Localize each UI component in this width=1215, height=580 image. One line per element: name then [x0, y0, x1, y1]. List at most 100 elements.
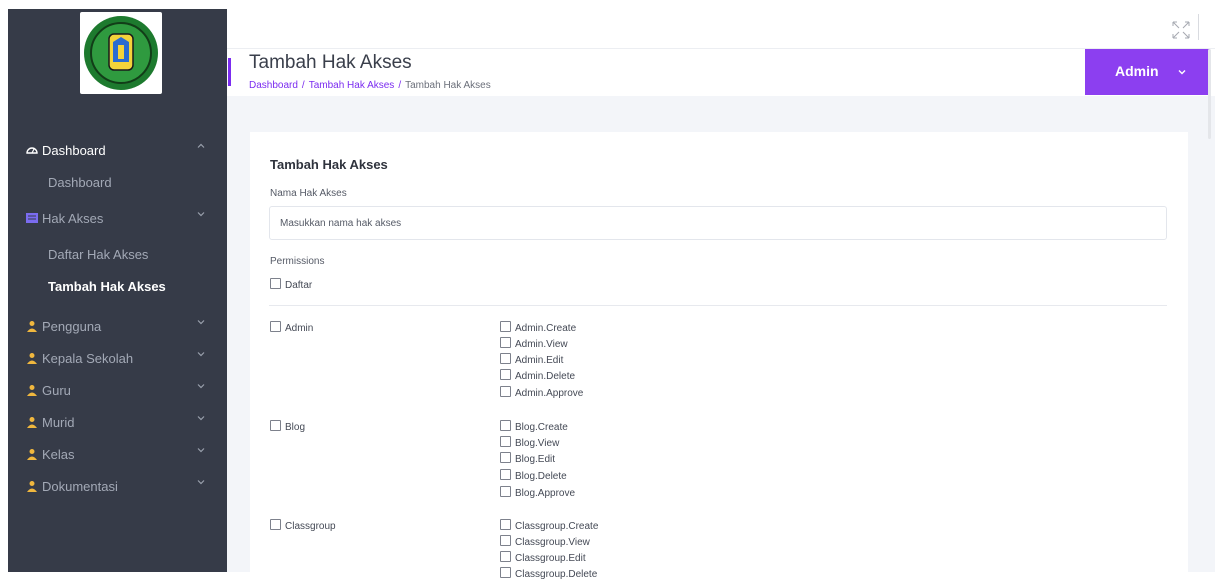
checkbox-box[interactable] — [500, 551, 511, 562]
perm-checkbox[interactable]: Blog.Edit — [500, 452, 555, 465]
checkbox-label: Admin.View — [515, 339, 568, 350]
sidebar-item-label: Hak Akses — [42, 211, 104, 226]
perm-checkbox[interactable]: Blog.Approve — [500, 486, 575, 499]
perm-checkbox[interactable]: Admin.Edit — [500, 353, 563, 366]
active-indicator — [228, 58, 231, 86]
checkbox-box[interactable] — [500, 353, 511, 364]
sidebar-subitem-label: Daftar Hak Akses — [48, 247, 149, 262]
checkbox-box[interactable] — [500, 337, 511, 348]
chevron-down-icon — [197, 320, 205, 325]
user-icon — [27, 449, 37, 460]
checkbox-box[interactable] — [500, 321, 511, 332]
perm-checkbox[interactable]: Classgroup.Create — [500, 519, 598, 532]
role-name-input[interactable] — [269, 206, 1167, 240]
checkbox-label: Classgroup.Edit — [515, 553, 586, 564]
sidebar-item-dashboard[interactable]: Dashboard — [8, 135, 227, 167]
perm-checkbox[interactable]: Admin.Approve — [500, 386, 583, 399]
breadcrumb-link-tambah-hak-akses[interactable]: Tambah Hak Akses — [309, 80, 395, 91]
form-title: Tambah Hak Akses — [270, 157, 388, 172]
perm-checkbox[interactable]: Admin.Delete — [500, 369, 575, 382]
user-icon — [27, 481, 37, 492]
checkbox-box[interactable] — [500, 567, 511, 578]
perm-checkbox[interactable]: Admin.View — [500, 337, 568, 350]
checkbox-box[interactable] — [270, 321, 281, 332]
sidebar-item-label: Kelas — [42, 447, 75, 462]
chevron-up-icon — [197, 143, 205, 148]
breadcrumb-link-dashboard[interactable]: Dashboard — [249, 80, 298, 91]
checkbox-box[interactable] — [500, 420, 511, 431]
sidebar-item-label: Guru — [42, 383, 71, 398]
checkbox-label: Classgroup.View — [515, 537, 590, 548]
sidebar-item-label: Dashboard — [42, 143, 106, 158]
sidebar-item-kelas[interactable]: Kelas — [8, 439, 227, 471]
user-menu-button[interactable]: Admin — [1085, 49, 1210, 95]
chevron-down-icon — [197, 416, 205, 421]
checkbox-label: Admin.Create — [515, 323, 577, 334]
school-logo — [80, 12, 162, 94]
checkbox-label: Admin.Delete — [515, 371, 576, 382]
permissions-divider — [269, 305, 1167, 306]
chevron-down-icon — [1178, 70, 1186, 75]
checkbox-box[interactable] — [500, 369, 511, 380]
checkbox-label: Classgroup.Delete — [515, 569, 598, 580]
perm-checkbox[interactable]: Blog.Create — [500, 420, 568, 433]
sidebar-subitem-dashboard[interactable]: Dashboard — [8, 169, 227, 197]
checkbox-label: Admin.Approve — [515, 388, 584, 399]
dashboard-icon — [26, 147, 38, 154]
checkbox-box[interactable] — [500, 436, 511, 447]
sidebar-item-guru[interactable]: Guru — [8, 375, 227, 407]
fullscreen-icon[interactable] — [1172, 21, 1190, 39]
perm-checkbox[interactable]: Admin.Create — [500, 321, 576, 334]
perm-checkbox[interactable]: Classgroup.Edit — [500, 551, 586, 564]
user-icon — [27, 321, 37, 332]
checkbox-box[interactable] — [500, 486, 511, 497]
perm-checkbox[interactable]: Classgroup.Delete — [500, 567, 597, 580]
sidebar-item-label: Kepala Sekolah — [42, 351, 134, 366]
sidebar-item-murid[interactable]: Murid — [8, 407, 227, 439]
sidebar-subitem-label: Dashboard — [48, 175, 112, 190]
sidebar-item-kepala-sekolah[interactable]: Kepala Sekolah — [8, 343, 227, 375]
sidebar-subitem-daftar-hak-akses[interactable]: Daftar Hak Akses — [8, 241, 227, 269]
checkbox-label: Blog.Delete — [515, 471, 567, 482]
perm-checkbox[interactable]: Classgroup.View — [500, 535, 590, 548]
checkbox-label: Blog.Create — [515, 422, 568, 433]
sidebar-subitem-label: Tambah Hak Akses — [48, 279, 166, 294]
chevron-down-icon — [197, 448, 205, 453]
checkbox-box[interactable] — [500, 469, 511, 480]
group-checkbox-classgroup[interactable]: Classgroup — [270, 519, 336, 532]
chevron-down-icon — [197, 384, 205, 389]
top-bar — [227, 0, 1215, 48]
perm-checkbox[interactable]: Blog.Delete — [500, 469, 567, 482]
topbar-divider — [1198, 14, 1199, 40]
form-card — [250, 132, 1188, 572]
checkbox-label: Daftar — [285, 280, 313, 291]
header-divider — [227, 48, 1215, 49]
sidebar-item-hak-akses[interactable]: Hak Akses — [8, 203, 227, 235]
checkbox-box[interactable] — [270, 278, 281, 289]
sidebar-item-label: Pengguna — [42, 319, 102, 334]
sidebar-item-pengguna[interactable]: Pengguna — [8, 311, 227, 343]
sidebar-item-dokumentasi[interactable]: Dokumentasi — [8, 471, 227, 503]
user-menu-label: Admin — [1115, 63, 1159, 79]
sidebar: Dashboard Dashboard Hak Akses Daftar Hak… — [8, 9, 227, 572]
checkbox-label: Classgroup — [285, 521, 336, 532]
checkbox-label: Classgroup.Create — [515, 521, 599, 532]
sidebar-item-label: Dokumentasi — [42, 479, 118, 494]
checkbox-label: Blog.Approve — [515, 488, 576, 499]
select-all-checkbox[interactable]: Daftar — [270, 278, 312, 291]
scrollbar[interactable] — [1208, 49, 1211, 139]
group-checkbox-admin[interactable]: Admin — [270, 321, 313, 334]
checkbox-box[interactable] — [500, 535, 511, 546]
checkbox-box[interactable] — [500, 519, 511, 530]
checkbox-box[interactable] — [270, 420, 281, 431]
checkbox-box[interactable] — [500, 452, 511, 463]
chevron-down-icon — [197, 480, 205, 485]
perm-checkbox[interactable]: Blog.View — [500, 436, 559, 449]
sidebar-subitem-tambah-hak-akses[interactable]: Tambah Hak Akses — [8, 273, 227, 301]
checkbox-box[interactable] — [500, 386, 511, 397]
sidebar-item-label: Murid — [42, 415, 75, 430]
user-icon — [27, 353, 37, 364]
group-checkbox-blog[interactable]: Blog — [270, 420, 305, 433]
permissions-label: Permissions — [270, 256, 325, 267]
checkbox-box[interactable] — [270, 519, 281, 530]
